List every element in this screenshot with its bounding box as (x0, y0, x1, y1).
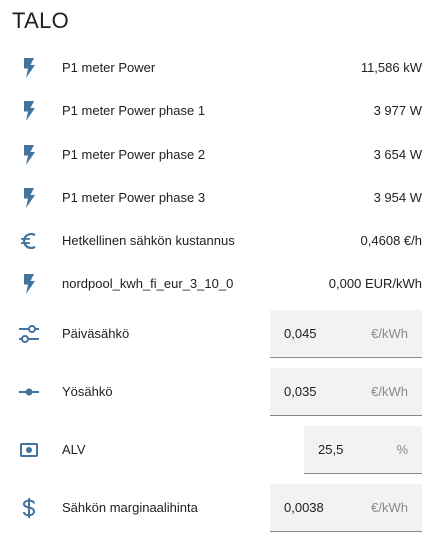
paivasahko-input[interactable]: 0,045 €/kWh (270, 310, 422, 358)
input-unit: €/kWh (371, 326, 408, 341)
entity-label: P1 meter Power phase 2 (62, 147, 206, 162)
marginaalihinta-input[interactable]: 0,0038 €/kWh (270, 484, 422, 532)
entity-value: 3 954 W (373, 190, 422, 205)
alv-input[interactable]: 25,5 % (304, 426, 422, 474)
flash-icon (17, 272, 41, 296)
tune-icon (17, 322, 41, 346)
flash-icon (17, 99, 41, 123)
entity-row-p1-power-phase-1[interactable]: P1 meter Power phase 1 3 977 W (0, 91, 428, 131)
entity-label: nordpool_kwh_fi_eur_3_10_0 (62, 276, 234, 291)
flash-icon (17, 143, 41, 167)
flash-icon (17, 56, 41, 80)
yosahko-input[interactable]: 0,035 €/kWh (270, 368, 422, 416)
input-row-yosahko: Yösähkö 0,035 €/kWh (0, 368, 428, 416)
input-label: Sähkön marginaalihinta (62, 500, 198, 515)
entity-row-nordpool[interactable]: nordpool_kwh_fi_eur_3_10_0 0,000 EUR/kWh (0, 264, 428, 304)
entity-value: 0,000 EUR/kWh (328, 276, 422, 291)
input-unit: €/kWh (371, 384, 408, 399)
entity-row-p1-power-phase-2[interactable]: P1 meter Power phase 2 3 654 W (0, 135, 428, 175)
entity-row-p1-power[interactable]: P1 meter Power 11,586 kW (0, 48, 428, 88)
input-label: ALV (62, 442, 86, 457)
card-title: TALO (12, 8, 70, 33)
flash-icon (17, 186, 41, 210)
input-unit: % (396, 442, 408, 457)
input-label: Päiväsähkö (62, 326, 130, 341)
euro-icon (17, 229, 41, 253)
entity-label: P1 meter Power (62, 60, 156, 75)
dollar-icon (17, 496, 41, 520)
entity-row-p1-power-phase-3[interactable]: P1 meter Power phase 3 3 954 W (0, 178, 428, 218)
input-row-alv: ALV 25,5 % (0, 426, 428, 474)
input-unit: €/kWh (371, 500, 408, 515)
cash-icon (17, 438, 41, 462)
input-value[interactable]: 0,0038 (284, 484, 324, 531)
input-value[interactable]: 0,045 (284, 310, 317, 357)
entity-value: 3 977 W (373, 103, 422, 118)
entity-label: P1 meter Power phase 1 (62, 103, 206, 118)
entity-value: 11,586 kW (360, 60, 422, 75)
input-row-marginaalihinta: Sähkön marginaalihinta 0,0038 €/kWh (0, 484, 428, 532)
input-label: Yösähkö (62, 384, 113, 399)
entity-row-electricity-cost[interactable]: Hetkellinen sähkön kustannus 0,4608 €/h (0, 221, 428, 261)
entity-label: P1 meter Power phase 3 (62, 190, 206, 205)
input-value[interactable]: 0,035 (284, 368, 317, 415)
input-row-paivasahko: Päiväsähkö 0,045 €/kWh (0, 310, 428, 358)
slider-icon (17, 380, 41, 404)
entities-card: TALO P1 meter Power 11,586 kW P1 meter P… (0, 0, 428, 535)
entity-value: 0,4608 €/h (360, 233, 422, 248)
entity-value: 3 654 W (373, 147, 422, 162)
entity-label: Hetkellinen sähkön kustannus (62, 233, 235, 248)
input-value[interactable]: 25,5 (318, 426, 343, 473)
